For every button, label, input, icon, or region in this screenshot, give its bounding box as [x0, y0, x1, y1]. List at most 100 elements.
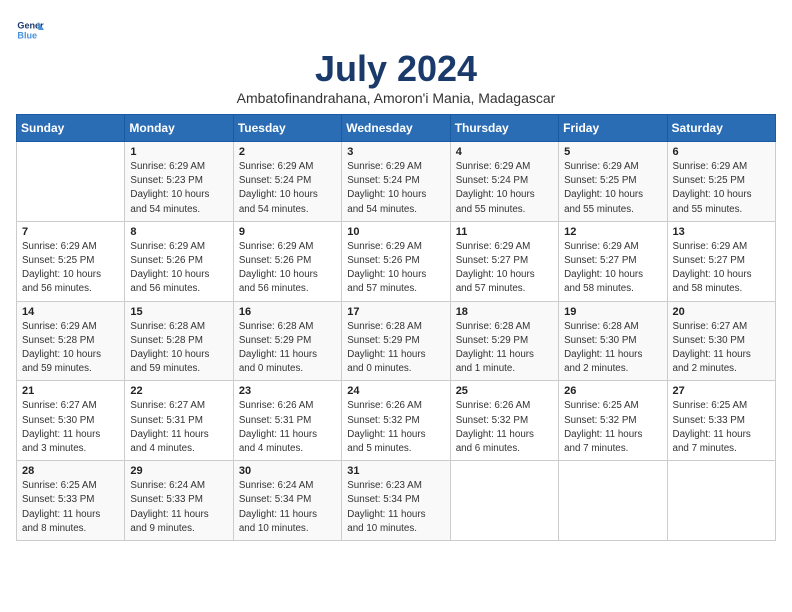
day-info: Sunrise: 6:29 AM Sunset: 5:27 PM Dayligh…: [564, 240, 661, 297]
day-number: 22: [130, 385, 227, 397]
day-number: 20: [673, 306, 770, 318]
calendar-day-cell: [559, 461, 667, 541]
day-number: 30: [239, 465, 336, 477]
calendar-day-cell: 24 Sunrise: 6:26 AM Sunset: 5:32 PM Dayli…: [342, 381, 450, 461]
day-number: 6: [673, 146, 770, 158]
day-info: Sunrise: 6:26 AM Sunset: 5:32 PM Dayligh…: [456, 399, 553, 456]
calendar-day-cell: 5 Sunrise: 6:29 AM Sunset: 5:25 PM Daylig…: [559, 142, 667, 222]
calendar-day-cell: 7 Sunrise: 6:29 AM Sunset: 5:25 PM Daylig…: [17, 221, 125, 301]
day-number: 26: [564, 385, 661, 397]
day-info: Sunrise: 6:24 AM Sunset: 5:34 PM Dayligh…: [239, 479, 336, 536]
calendar-day-cell: 17 Sunrise: 6:28 AM Sunset: 5:29 PM Dayli…: [342, 301, 450, 381]
calendar-day-cell: 6 Sunrise: 6:29 AM Sunset: 5:25 PM Daylig…: [667, 142, 775, 222]
calendar-day-cell: [17, 142, 125, 222]
day-info: Sunrise: 6:26 AM Sunset: 5:32 PM Dayligh…: [347, 399, 444, 456]
day-number: 21: [22, 385, 119, 397]
day-number: 9: [239, 226, 336, 238]
day-info: Sunrise: 6:29 AM Sunset: 5:25 PM Dayligh…: [22, 240, 119, 297]
day-info: Sunrise: 6:28 AM Sunset: 5:28 PM Dayligh…: [130, 320, 227, 377]
day-number: 29: [130, 465, 227, 477]
day-info: Sunrise: 6:29 AM Sunset: 5:25 PM Dayligh…: [564, 160, 661, 217]
header: General Blue July 2024 Ambatofinandrahan…: [16, 16, 776, 106]
day-info: Sunrise: 6:25 AM Sunset: 5:32 PM Dayligh…: [564, 399, 661, 456]
day-number: 8: [130, 226, 227, 238]
header-monday: Monday: [125, 115, 233, 142]
day-info: Sunrise: 6:25 AM Sunset: 5:33 PM Dayligh…: [22, 479, 119, 536]
header-saturday: Saturday: [667, 115, 775, 142]
day-number: 19: [564, 306, 661, 318]
day-info: Sunrise: 6:29 AM Sunset: 5:23 PM Dayligh…: [130, 160, 227, 217]
day-number: 15: [130, 306, 227, 318]
day-number: 24: [347, 385, 444, 397]
header-friday: Friday: [559, 115, 667, 142]
calendar-day-cell: 2 Sunrise: 6:29 AM Sunset: 5:24 PM Daylig…: [233, 142, 341, 222]
general-blue-logo-icon: General Blue: [16, 16, 44, 44]
calendar-table: Sunday Monday Tuesday Wednesday Thursday…: [16, 114, 776, 541]
calendar-week-row: 14 Sunrise: 6:29 AM Sunset: 5:28 PM Dayli…: [17, 301, 776, 381]
day-number: 28: [22, 465, 119, 477]
day-number: 13: [673, 226, 770, 238]
day-info: Sunrise: 6:29 AM Sunset: 5:26 PM Dayligh…: [130, 240, 227, 297]
calendar-day-cell: 15 Sunrise: 6:28 AM Sunset: 5:28 PM Dayli…: [125, 301, 233, 381]
calendar-day-cell: 26 Sunrise: 6:25 AM Sunset: 5:32 PM Dayli…: [559, 381, 667, 461]
day-number: 14: [22, 306, 119, 318]
calendar-week-row: 21 Sunrise: 6:27 AM Sunset: 5:30 PM Dayli…: [17, 381, 776, 461]
calendar-day-cell: 29 Sunrise: 6:24 AM Sunset: 5:33 PM Dayli…: [125, 461, 233, 541]
day-number: 25: [456, 385, 553, 397]
day-info: Sunrise: 6:29 AM Sunset: 5:26 PM Dayligh…: [347, 240, 444, 297]
calendar-day-cell: 23 Sunrise: 6:26 AM Sunset: 5:31 PM Dayli…: [233, 381, 341, 461]
day-info: Sunrise: 6:29 AM Sunset: 5:28 PM Dayligh…: [22, 320, 119, 377]
calendar-day-cell: 22 Sunrise: 6:27 AM Sunset: 5:31 PM Dayli…: [125, 381, 233, 461]
day-number: 31: [347, 465, 444, 477]
day-info: Sunrise: 6:28 AM Sunset: 5:29 PM Dayligh…: [347, 320, 444, 377]
day-info: Sunrise: 6:29 AM Sunset: 5:24 PM Dayligh…: [347, 160, 444, 217]
day-info: Sunrise: 6:27 AM Sunset: 5:31 PM Dayligh…: [130, 399, 227, 456]
calendar-day-cell: 13 Sunrise: 6:29 AM Sunset: 5:27 PM Dayli…: [667, 221, 775, 301]
day-number: 5: [564, 146, 661, 158]
day-info: Sunrise: 6:27 AM Sunset: 5:30 PM Dayligh…: [22, 399, 119, 456]
day-info: Sunrise: 6:29 AM Sunset: 5:27 PM Dayligh…: [673, 240, 770, 297]
calendar-day-cell: 10 Sunrise: 6:29 AM Sunset: 5:26 PM Dayli…: [342, 221, 450, 301]
month-title: July 2024: [16, 48, 776, 90]
day-number: 3: [347, 146, 444, 158]
header-thursday: Thursday: [450, 115, 558, 142]
calendar-day-cell: [667, 461, 775, 541]
calendar-day-cell: 16Sunrise: 6:28 AM Sunset: 5:29 PM Dayli…: [233, 301, 341, 381]
day-info: Sunrise: 6:29 AM Sunset: 5:25 PM Dayligh…: [673, 160, 770, 217]
day-number: 17: [347, 306, 444, 318]
day-number: 18: [456, 306, 553, 318]
day-number: 12: [564, 226, 661, 238]
calendar-day-cell: 30 Sunrise: 6:24 AM Sunset: 5:34 PM Dayli…: [233, 461, 341, 541]
day-info: Sunrise: 6:26 AM Sunset: 5:31 PM Dayligh…: [239, 399, 336, 456]
day-number: 4: [456, 146, 553, 158]
day-number: 11: [456, 226, 553, 238]
day-info: Sunrise: 6:29 AM Sunset: 5:27 PM Dayligh…: [456, 240, 553, 297]
day-info: Sunrise: 6:29 AM Sunset: 5:24 PM Dayligh…: [239, 160, 336, 217]
calendar-day-cell: 27Sunrise: 6:25 AM Sunset: 5:33 PM Dayli…: [667, 381, 775, 461]
day-number: 1: [130, 146, 227, 158]
day-number: 23: [239, 385, 336, 397]
calendar-day-cell: 4Sunrise: 6:29 AM Sunset: 5:24 PM Daylig…: [450, 142, 558, 222]
calendar-day-cell: 28 Sunrise: 6:25 AM Sunset: 5:33 PM Dayli…: [17, 461, 125, 541]
calendar-week-row: 28 Sunrise: 6:25 AM Sunset: 5:33 PM Dayli…: [17, 461, 776, 541]
calendar-day-cell: 12 Sunrise: 6:29 AM Sunset: 5:27 PM Dayli…: [559, 221, 667, 301]
day-info: Sunrise: 6:24 AM Sunset: 5:33 PM Dayligh…: [130, 479, 227, 536]
header-sunday: Sunday: [17, 115, 125, 142]
svg-text:Blue: Blue: [17, 30, 37, 40]
day-number: 2: [239, 146, 336, 158]
day-info: Sunrise: 6:23 AM Sunset: 5:34 PM Dayligh…: [347, 479, 444, 536]
day-number: 10: [347, 226, 444, 238]
day-number: 7: [22, 226, 119, 238]
calendar-day-cell: 31 Sunrise: 6:23 AM Sunset: 5:34 PM Dayli…: [342, 461, 450, 541]
calendar-day-cell: 18Sunrise: 6:28 AM Sunset: 5:29 PM Dayli…: [450, 301, 558, 381]
calendar-week-row: 7 Sunrise: 6:29 AM Sunset: 5:25 PM Daylig…: [17, 221, 776, 301]
calendar-day-cell: 3 Sunrise: 6:29 AM Sunset: 5:24 PM Daylig…: [342, 142, 450, 222]
day-number: 16: [239, 306, 336, 318]
weekday-header-row: Sunday Monday Tuesday Wednesday Thursday…: [17, 115, 776, 142]
header-tuesday: Tuesday: [233, 115, 341, 142]
calendar-day-cell: 1 Sunrise: 6:29 AM Sunset: 5:23 PM Daylig…: [125, 142, 233, 222]
calendar-day-cell: 9Sunrise: 6:29 AM Sunset: 5:26 PM Daylig…: [233, 221, 341, 301]
day-info: Sunrise: 6:27 AM Sunset: 5:30 PM Dayligh…: [673, 320, 770, 377]
calendar-day-cell: 19Sunrise: 6:28 AM Sunset: 5:30 PM Dayli…: [559, 301, 667, 381]
calendar-day-cell: 20 Sunrise: 6:27 AM Sunset: 5:30 PM Dayli…: [667, 301, 775, 381]
